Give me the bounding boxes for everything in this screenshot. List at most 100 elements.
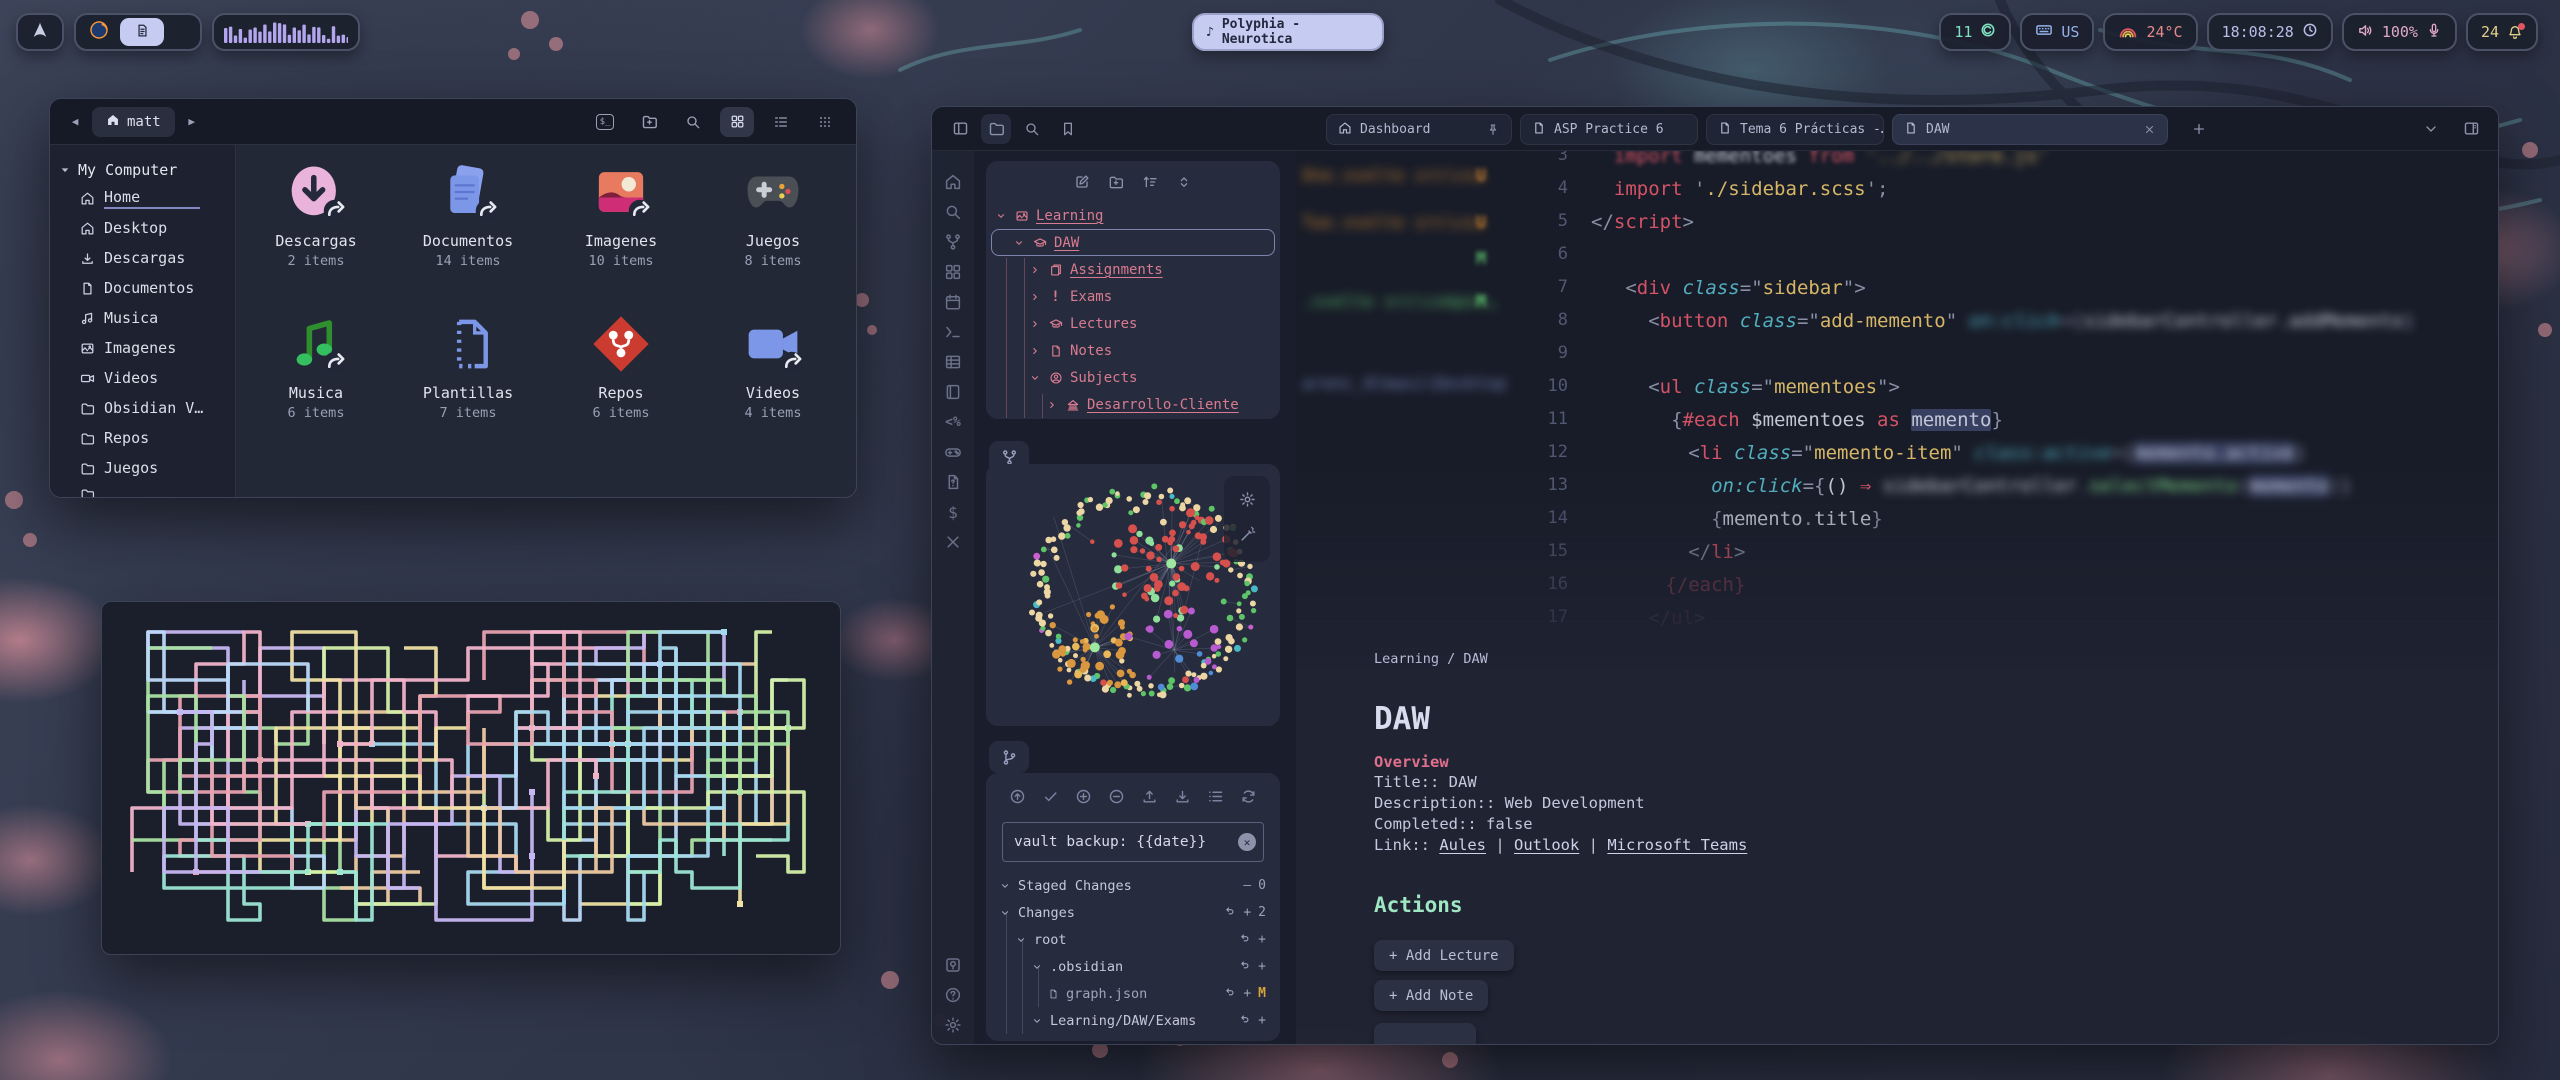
backup-icon[interactable] <box>1009 788 1026 809</box>
collapse-icon[interactable] <box>1176 174 1192 194</box>
tree-item-exams[interactable]: !Exams <box>986 283 1280 310</box>
stage-icon[interactable]: + <box>1258 1013 1266 1028</box>
help-icon[interactable] <box>944 986 962 1004</box>
tab-asp-practice-6[interactable]: ASP Practice 6 <box>1520 114 1698 145</box>
stage-icon[interactable]: + <box>1258 959 1266 974</box>
firefox-icon[interactable] <box>88 19 110 45</box>
chevron-down-icon[interactable] <box>2416 114 2446 144</box>
unstage-all-icon[interactable] <box>1108 788 1125 809</box>
sidebar-item-home[interactable]: Home <box>50 183 235 213</box>
folder-juegos[interactable]: Juegos8 items <box>698 161 848 269</box>
sidebar-item-documentos[interactable]: Documentos <box>50 273 235 303</box>
forward-button[interactable]: ▶ <box>181 115 203 128</box>
pipes-terminal-window[interactable] <box>101 601 841 955</box>
updates-widget[interactable]: 11 <box>1939 13 2011 51</box>
sidebar-item-videos[interactable]: Videos <box>50 363 235 393</box>
sort-icon[interactable] <box>1142 174 1158 194</box>
tree-item-notes[interactable]: Notes <box>986 337 1280 364</box>
list-view-icon[interactable] <box>764 107 798 137</box>
sidebar-item-imagenes[interactable]: Imagenes <box>50 333 235 363</box>
folder-icon[interactable] <box>981 114 1011 144</box>
git-row-staged-changes[interactable]: Staged Changes—0 <box>986 872 1280 899</box>
tree-item-learning[interactable]: Learning <box>986 202 1280 229</box>
folder-descargas[interactable]: Descargas2 items <box>241 161 391 269</box>
git-graph-icon[interactable] <box>944 233 962 251</box>
git-panel-tab[interactable] <box>989 741 1029 773</box>
discard-icon[interactable] <box>1238 1012 1251 1029</box>
tree-item-subjects[interactable]: Subjects <box>986 364 1280 391</box>
table-icon[interactable] <box>944 353 962 371</box>
button--add-note[interactable]: + Add Note <box>1374 980 1488 1011</box>
push-icon[interactable] <box>1141 788 1158 809</box>
clock-widget[interactable]: 18:08:28 <box>2207 13 2333 51</box>
back-button[interactable]: ◀ <box>64 115 86 128</box>
weather-widget[interactable]: 24°C <box>2103 13 2197 51</box>
search-icon[interactable] <box>1017 114 1047 144</box>
button-partial[interactable] <box>1374 1023 1476 1045</box>
stage-all-icon[interactable] <box>1075 788 1092 809</box>
local-graph-panel[interactable] <box>986 464 1280 726</box>
refresh-icon[interactable] <box>1240 788 1257 809</box>
terminal-icon[interactable] <box>944 323 962 341</box>
link-microsoft-teams[interactable]: Microsoft Teams <box>1607 836 1747 854</box>
file-manager-window[interactable]: ◀ matt ▶ $_ My Computer HomeDesktopDesca… <box>49 98 857 498</box>
commit-icon[interactable] <box>1042 788 1059 809</box>
stage-icon[interactable]: + <box>1258 932 1266 947</box>
new-note-icon[interactable] <box>1074 174 1090 194</box>
git-row--obsidian[interactable]: .obsidian+ <box>986 953 1280 980</box>
launcher-button[interactable] <box>16 13 64 51</box>
search-icon[interactable] <box>944 203 962 221</box>
folder-musica[interactable]: Musica6 items <box>241 313 391 421</box>
new-folder-icon[interactable] <box>1108 174 1124 194</box>
folder-repos[interactable]: Repos6 items <box>546 313 696 421</box>
discard-icon[interactable] <box>1223 985 1236 1002</box>
sidebar-item-repos[interactable]: Repos <box>50 423 235 453</box>
layout-list-icon[interactable] <box>1207 788 1224 809</box>
code-icon[interactable]: <% <box>944 413 962 431</box>
commit-message-input[interactable] <box>1002 822 1264 862</box>
home-icon[interactable] <box>944 173 962 191</box>
tree-item-assignments[interactable]: Assignments <box>986 256 1280 283</box>
panel-right-icon[interactable] <box>2456 114 2486 144</box>
settings-icon[interactable] <box>944 1016 962 1034</box>
git-row-graph-json[interactable]: graph.json+M <box>986 980 1280 1007</box>
music-player-widget[interactable]: ♪ Polyphia - Neurotica <box>1192 13 1384 51</box>
folder-imagenes[interactable]: Imagenes10 items <box>546 161 696 269</box>
sidebar-item-desktop[interactable]: Desktop <box>50 213 235 243</box>
discard-icon[interactable] <box>1238 958 1251 975</box>
stage-icon[interactable]: + <box>1243 905 1251 920</box>
close-tab-icon[interactable] <box>2143 123 2156 136</box>
git-row-changes[interactable]: Changes+2 <box>986 899 1280 926</box>
active-app-chip[interactable] <box>120 18 164 46</box>
stage-icon[interactable]: + <box>1243 986 1251 1001</box>
obsidian-window[interactable]: DashboardASP Practice 6Tema 6 Prácticas … <box>931 106 2499 1045</box>
link-aules[interactable]: Aules <box>1439 836 1486 854</box>
git-row-learning-daw-exams[interactable]: Learning/DAW/Exams+ <box>986 1007 1280 1034</box>
swords-icon[interactable] <box>944 533 962 551</box>
new-folder-icon[interactable] <box>632 107 666 137</box>
folder-documentos[interactable]: Documentos14 items <box>393 161 543 269</box>
pull-icon[interactable] <box>1174 788 1191 809</box>
gamepad-icon[interactable] <box>944 443 962 461</box>
breadcrumb[interactable]: matt <box>92 107 175 137</box>
filter-icon[interactable] <box>1239 526 1256 547</box>
folder-videos[interactable]: Videos4 items <box>698 313 848 421</box>
grid-view-icon[interactable] <box>720 107 754 137</box>
sidebar-section-my-computer[interactable]: My Computer <box>50 157 235 183</box>
tab-dashboard[interactable]: Dashboard <box>1326 114 1512 145</box>
sidebar-item-partial[interactable] <box>50 479 235 498</box>
file-question-icon[interactable] <box>944 473 962 491</box>
sidebar-item-musica[interactable]: Musica <box>50 303 235 333</box>
layout-icon[interactable] <box>944 263 962 281</box>
note-breadcrumb[interactable]: Learning / DAW <box>1374 651 1488 667</box>
tree-item-lectures[interactable]: Lectures <box>986 310 1280 337</box>
calendar-icon[interactable] <box>944 293 962 311</box>
new-tab-button[interactable] <box>2184 114 2214 144</box>
search-icon[interactable] <box>676 107 710 137</box>
unstage-icon[interactable]: — <box>1243 878 1251 893</box>
tree-item-daw[interactable]: DAW <box>991 229 1275 256</box>
keyboard-layout-widget[interactable]: US <box>2020 13 2094 51</box>
sidebar-item-descargas[interactable]: Descargas <box>50 243 235 273</box>
clear-input-icon[interactable]: ✕ <box>1238 833 1256 851</box>
book-icon[interactable] <box>944 383 962 401</box>
